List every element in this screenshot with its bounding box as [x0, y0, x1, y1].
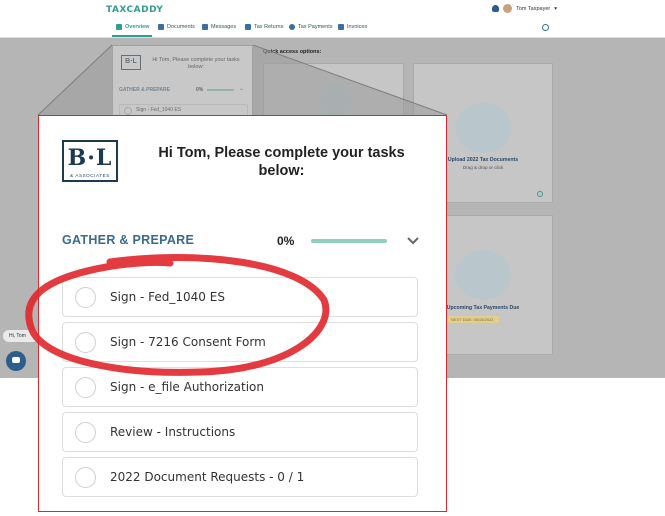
task-label: Sign - e_file Authorization: [110, 380, 264, 394]
tax-returns-icon: [245, 24, 251, 30]
percent-small: 0%: [196, 87, 204, 93]
task-label: Review - Instructions: [110, 425, 236, 439]
section-title: GATHER & PREPARE: [62, 233, 195, 247]
section-header-gather-prepare[interactable]: GATHER & PREPARE 0%: [62, 231, 422, 251]
documents-icon: [158, 24, 164, 30]
task-checkbox[interactable]: [75, 332, 96, 353]
task-checkbox[interactable]: [75, 287, 96, 308]
active-tab-indicator: [112, 35, 152, 37]
chevron-down-icon[interactable]: [404, 232, 422, 250]
app-logo[interactable]: TAXCADDY: [106, 5, 163, 15]
firm-logo-small: B·L: [121, 55, 141, 70]
tab-label: Invoices: [347, 24, 368, 30]
task-list: Sign - Fed_1040 ES Sign - 7216 Consent F…: [62, 277, 418, 502]
section-progress-bar: [311, 239, 387, 243]
messages-icon: [202, 24, 208, 30]
tab-documents[interactable]: Documents: [158, 24, 195, 30]
invoices-icon: [338, 24, 344, 30]
quick-access-title: Quick access options:: [263, 49, 322, 55]
chevron-down-icon: ⌄: [239, 86, 245, 92]
task-label: Sign - 7216 Consent Form: [110, 335, 266, 349]
task-item-sign-7216-consent[interactable]: Sign - 7216 Consent Form: [62, 322, 418, 362]
task-checkbox[interactable]: [75, 377, 96, 398]
top-bar: TAXCADDY Tom Taxpayer ▾: [0, 0, 665, 20]
chevron-down-icon[interactable]: ▾: [554, 6, 557, 12]
task-label: 2022 Document Requests - 0 / 1: [110, 470, 305, 484]
upload-illustration: [455, 103, 511, 153]
tab-label: Tax Payments: [298, 24, 333, 30]
task-item-document-requests[interactable]: 2022 Document Requests - 0 / 1: [62, 457, 418, 497]
tasks-panel-thumbnail: B·L Hi Tom, Please complete your tasks b…: [112, 45, 253, 120]
tab-label: Overview: [125, 24, 150, 30]
tab-overview[interactable]: Overview: [116, 24, 149, 30]
tab-tax-returns[interactable]: Tax Returns: [245, 24, 283, 30]
home-icon: [116, 24, 122, 30]
section-percent: 0%: [277, 234, 295, 248]
tax-payments-icon: [289, 24, 295, 30]
section-title-small: GATHER & PREPARE: [119, 87, 170, 93]
payments-illustration: [455, 250, 511, 300]
next-due-badge: NEXT DUE: 06/15/2023: [445, 316, 500, 323]
chat-icon[interactable]: [6, 351, 26, 371]
firm-logo-letters: B·L: [67, 145, 113, 171]
user-name[interactable]: Tom Taxpayer: [516, 6, 550, 12]
tasks-panel-zoomed: B·L & ASSOCIATES Hi Tom, Please complete…: [38, 115, 447, 512]
task-item-review-instructions[interactable]: Review - Instructions: [62, 412, 418, 452]
task-item-sign-fed-1040-es[interactable]: Sign - Fed_1040 ES: [62, 277, 418, 317]
task-label: Sign - Fed_1040 ES: [110, 290, 225, 304]
tab-label: Messages: [211, 24, 237, 30]
greeting-text: Hi Tom, Please complete your tasks below…: [158, 145, 405, 180]
chat-greeting[interactable]: Hi, Tom: [3, 330, 39, 342]
tab-invoices[interactable]: Invoices: [338, 24, 367, 30]
avatar[interactable]: [503, 4, 513, 13]
tab-tax-payments[interactable]: Tax Payments: [289, 24, 333, 30]
task-checkbox[interactable]: [75, 422, 96, 443]
user-menu[interactable]: Tom Taxpayer ▾: [492, 4, 557, 13]
search-icon[interactable]: [542, 24, 549, 31]
tab-messages[interactable]: Messages: [202, 24, 236, 30]
greeting-small: Hi Tom, Please complete your tasks below…: [152, 57, 240, 71]
firm-logo: B·L & ASSOCIATES: [62, 140, 118, 182]
clock-icon: [537, 191, 543, 197]
main-nav: Overview Documents Messages Tax Returns …: [0, 20, 665, 38]
tab-label: Tax Returns: [254, 24, 284, 30]
task-checkbox[interactable]: [75, 467, 96, 488]
tasks-illustration: [318, 83, 352, 117]
progress-bar-small: [207, 89, 234, 91]
tab-label: Documents: [167, 24, 195, 30]
bell-icon[interactable]: [492, 5, 500, 12]
task-item-sign-e-file-authorization[interactable]: Sign - e_file Authorization: [62, 367, 418, 407]
firm-logo-subtext: & ASSOCIATES: [70, 173, 110, 178]
